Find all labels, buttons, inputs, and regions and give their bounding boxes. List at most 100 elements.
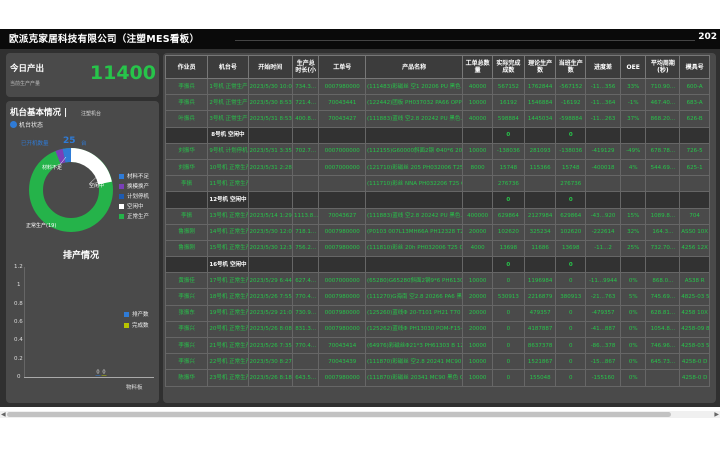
table-cell [620,256,647,274]
table-cell: 1089.8... [645,207,681,225]
table-cell: 21号机 正常生产 [207,336,249,355]
table-cell: 4258-0 D [679,369,710,387]
table-cell: 770.4... [291,288,320,306]
table-cell: 0% [620,272,647,290]
table-cell: 11686 [523,239,557,258]
table-cell: -11...263 [585,110,622,128]
legend-swatch-icon [124,322,129,328]
table-cell: 567152 [491,77,525,96]
table-cell [364,256,464,274]
table-cell: 14号机 正常生产 [207,223,249,241]
table-row[interactable]: 李振兵 1号机 正常生产 2023/5/30 10:00 734.3... 000798… [164,77,710,96]
column-header: 产品名称 [364,55,464,79]
donut-label-material: 材料不足 [42,165,63,171]
table-cell: 678.78... [645,142,681,160]
table-row[interactable]: 16号机 空闲中 0 0 [164,256,710,274]
column-header: 模具号 [679,55,710,79]
legend-planned-stop: 计划停机 [119,192,149,200]
scroll-left-icon[interactable]: ◀ [1,411,6,418]
table-cell: (111870)彩磁丝 20341 MC90 黑色 OPP05... [364,369,464,387]
table-cell: 115366 [523,158,557,177]
column-header: 作业员 [164,55,209,79]
machine-status-card: 机台基本情况 | 注塑机台 机台状态 已开机数量 25 台 材料不足 空闲中 正… [6,101,159,403]
legend-swatch-icon [119,203,124,209]
table-row[interactable]: 李振兴 20号机 正常生产 2023/5/26 8:08 831.3... 000798… [164,320,710,339]
table-cell: 15% [620,207,647,225]
table-cell: 0007000000 [318,158,366,177]
table-cell: (64976)彩磁丝Φ21*3 PH61303 B 125... [364,336,464,355]
table-cell: (111883)蓝线 空2.8 20242 PU 黑色... [364,110,464,128]
table-cell: 730.9... [291,304,320,322]
table-row[interactable]: 刘振华 9号机 计划停机 2023/5/31 3:35 702.7... 0007000… [164,142,710,160]
table-row[interactable]: 陈振华 23号机 正常生产 2023/5/26 8:18 643.5... 000798… [164,369,710,387]
table-row[interactable]: 李振11号机 正常生产 (111710)彩丝 NNA PH032206 T25 O… [164,175,710,193]
table-cell: 70043627 [318,207,366,225]
table-cell: 276736 [491,175,525,193]
table-cell: 15号机 正常生产 [207,239,249,258]
table-row[interactable]: 黄振佳 17号机 正常生产 2023/5/29 6:44 627.4... 000700… [164,272,710,290]
table-cell: 3号机 正常生产 [207,110,249,128]
table-cell: 0% [620,320,647,339]
scroll-right-icon[interactable]: ▶ [714,411,719,418]
table-cell: 868.0... [645,272,681,290]
table-cell [645,369,681,387]
table-cell: 13698 [555,239,587,258]
table-cell [164,256,209,274]
table-cell: 37% [620,110,647,128]
legend-swatch-icon [119,213,124,219]
y-tick-label: 0 [17,374,21,380]
donut-label-normal: 正常生产(19) [26,223,57,229]
table-cell: (125262)蓝线Φ PH13030 POM-F15-... [364,320,464,339]
machine-status-title[interactable]: 机台基本情况 | [10,106,67,118]
table-cell: 0007980000 [318,369,366,387]
table-cell: 20000 [462,288,493,306]
page-title: 欧派克家居科技有限公司（注塑MES看板） [9,34,200,45]
table-cell [291,158,320,177]
table-cell [585,191,622,209]
table-cell [620,191,647,209]
table-cell [318,191,366,209]
table-cell: 0007980000 [318,239,366,258]
tab-injection-machines[interactable]: 注塑机台 [81,110,101,117]
table-cell: 张振东 [164,304,209,322]
table-cell [247,256,293,274]
table-cell: 5% [620,288,647,306]
scrollbar-thumb[interactable] [7,412,671,417]
horizontal-scrollbar[interactable]: ◀ ▶ [0,411,720,418]
table-cell: 20号机 正常生产 [207,320,249,339]
table-row[interactable]: 李振兴 22号机 正常生产 2023/5/30 8:27 70043439 (11187… [164,353,710,371]
table-row[interactable]: 8号机 空闲中 0 0 [164,126,710,144]
table-cell [679,126,710,144]
y-tick-label: 1 [17,282,21,288]
table-row[interactable]: 李振兵 2号机 正常生产 2023/5/30 8:53 721.4... 7004344… [164,94,710,112]
table-cell: 0 [491,369,525,387]
table-cell: -11...364 [585,94,622,112]
table-cell: -138036 [555,142,587,160]
table-cell: 628.81... [645,304,681,322]
table-row[interactable]: 李振兴 18号机 正常生产 2023/5/26 7:55 770.4... 000798… [164,288,710,306]
table-cell: 2216879 [523,288,557,306]
table-cell [523,126,557,144]
production-table: 作业员 机台号 开始时间 生产总时长(小 工单号 产品名称 工单总数量 实际完成成数 理论生产数… [164,55,710,387]
table-row[interactable]: 12号机 空闲中 0 0 [164,191,710,209]
table-row[interactable]: 李振兴 21号机 正常生产 2023/5/26 7:35 770.4... 700434… [164,336,710,355]
table-row[interactable]: 刘振华 10号机 正常生产 2023/5/31 2:28 0007000000 (121… [164,158,710,177]
table-cell: 李振 [164,175,209,193]
table-row[interactable]: 鲁振刚 14号机 正常生产 2023/5/30 12:01 718.1... 00079… [164,223,710,241]
header-date: 202 [698,32,717,42]
table-cell [291,175,320,193]
table-cell: 8637378 [523,336,557,355]
table-cell: 4258-09 8X [679,320,710,339]
table-cell: 1546884 [523,94,557,112]
table-cell: 629864 [555,207,587,225]
table-row[interactable]: 鲁振刚 15号机 正常生产 2023/5/30 12:37 756.2... 00079… [164,239,710,258]
table-row[interactable]: 张振东 19号机 正常生产 2023/5/29 21:02 730.9... 00079… [164,304,710,322]
table-cell [462,175,493,193]
table-cell: 0 [491,191,525,209]
table-cell: 0% [620,304,647,322]
table-cell: 10号机 正常生产 [207,158,249,177]
table-row[interactable]: 李振 13号机 正常生产 2023/5/14 1:29 1113.8... 700436… [164,207,710,225]
table-row[interactable]: 叶振兵 3号机 正常生产 2023/5/31 8:53 400.8... 7004342… [164,110,710,128]
table-cell [523,256,557,274]
table-cell: 102620 [491,223,525,241]
